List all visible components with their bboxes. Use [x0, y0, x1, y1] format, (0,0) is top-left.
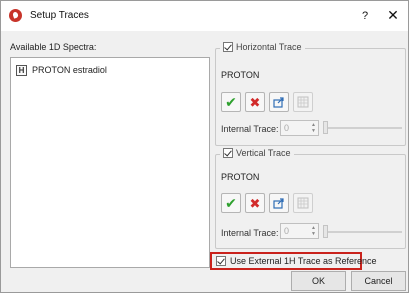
horizontal-internal-trace-label: Internal Trace:	[221, 124, 279, 134]
spectrum-table-icon	[297, 197, 309, 209]
use-external-reference-option[interactable]: Use External 1H Trace as Reference	[210, 252, 377, 270]
horizontal-toolbar: ✔ ✖	[221, 92, 313, 112]
x-icon: ✖	[249, 195, 261, 211]
spinner-arrows-icon[interactable]: ▲ ▼	[311, 122, 316, 134]
app-logo-icon	[9, 9, 22, 22]
horizontal-remove-button[interactable]: ✖	[245, 92, 265, 112]
horizontal-nucleus: PROTON	[221, 70, 260, 80]
horizontal-export-button[interactable]	[269, 92, 289, 112]
proton-spectrum-icon: H	[16, 64, 27, 76]
x-icon: ✖	[249, 94, 261, 110]
check-icon: ✔	[225, 94, 237, 110]
horizontal-trace-label: Horizontal Trace	[236, 42, 302, 52]
horizontal-trace-toggle[interactable]: Horizontal Trace	[220, 42, 305, 52]
horizontal-internal-trace-value: 0	[284, 123, 290, 133]
title-bar: Setup Traces ? ✕	[1, 1, 408, 31]
spinner-arrows-icon[interactable]: ▲ ▼	[311, 225, 316, 237]
horizontal-accept-button[interactable]: ✔	[221, 92, 241, 112]
vertical-trace-label: Vertical Trace	[236, 148, 291, 158]
export-icon	[273, 96, 284, 108]
horizontal-trace-group: Horizontal Trace PROTON ✔ ✖ Internal Tra…	[215, 42, 406, 146]
horizontal-trace-checkbox[interactable]	[223, 42, 233, 52]
vertical-trace-toggle[interactable]: Vertical Trace	[220, 148, 294, 158]
horizontal-slider-handle[interactable]	[323, 121, 328, 134]
available-spectra-label: Available 1D Spectra:	[10, 42, 97, 52]
use-external-reference-checkbox[interactable]	[216, 256, 226, 266]
spectrum-name: PROTON estradiol	[32, 65, 107, 75]
vertical-slider-handle[interactable]	[323, 225, 328, 238]
vertical-spectrum-button[interactable]	[293, 193, 313, 213]
vertical-toolbar: ✔ ✖	[221, 193, 313, 213]
spectrum-table-icon	[297, 96, 309, 108]
vertical-internal-trace-slider[interactable]	[324, 231, 402, 233]
vertical-export-button[interactable]	[269, 193, 289, 213]
export-icon	[273, 197, 284, 209]
vertical-accept-button[interactable]: ✔	[221, 193, 241, 213]
vertical-internal-trace-value: 0	[284, 226, 290, 236]
vertical-trace-group: Vertical Trace PROTON ✔ ✖ Internal Trace…	[215, 148, 406, 249]
use-external-reference-label: Use External 1H Trace as Reference	[230, 256, 377, 266]
ok-button[interactable]: OK	[291, 271, 346, 291]
help-button[interactable]: ?	[356, 7, 374, 25]
vertical-internal-trace-label: Internal Trace:	[221, 228, 279, 238]
spectra-list[interactable]: H PROTON estradiol	[10, 57, 210, 268]
horizontal-internal-trace-spinbox[interactable]: 0 ▲ ▼	[280, 120, 319, 136]
vertical-remove-button[interactable]: ✖	[245, 193, 265, 213]
cancel-button[interactable]: Cancel	[351, 271, 406, 291]
horizontal-internal-trace-slider[interactable]	[324, 127, 402, 129]
setup-traces-dialog: Setup Traces ? ✕ Available 1D Spectra: H…	[0, 0, 409, 293]
check-icon: ✔	[225, 195, 237, 211]
vertical-trace-checkbox[interactable]	[223, 148, 233, 158]
vertical-nucleus: PROTON	[221, 172, 260, 182]
horizontal-spectrum-button[interactable]	[293, 92, 313, 112]
list-item[interactable]: H PROTON estradiol	[16, 63, 107, 77]
close-button[interactable]: ✕	[384, 6, 402, 24]
window-title: Setup Traces	[30, 10, 89, 21]
vertical-internal-trace-spinbox[interactable]: 0 ▲ ▼	[280, 223, 319, 239]
